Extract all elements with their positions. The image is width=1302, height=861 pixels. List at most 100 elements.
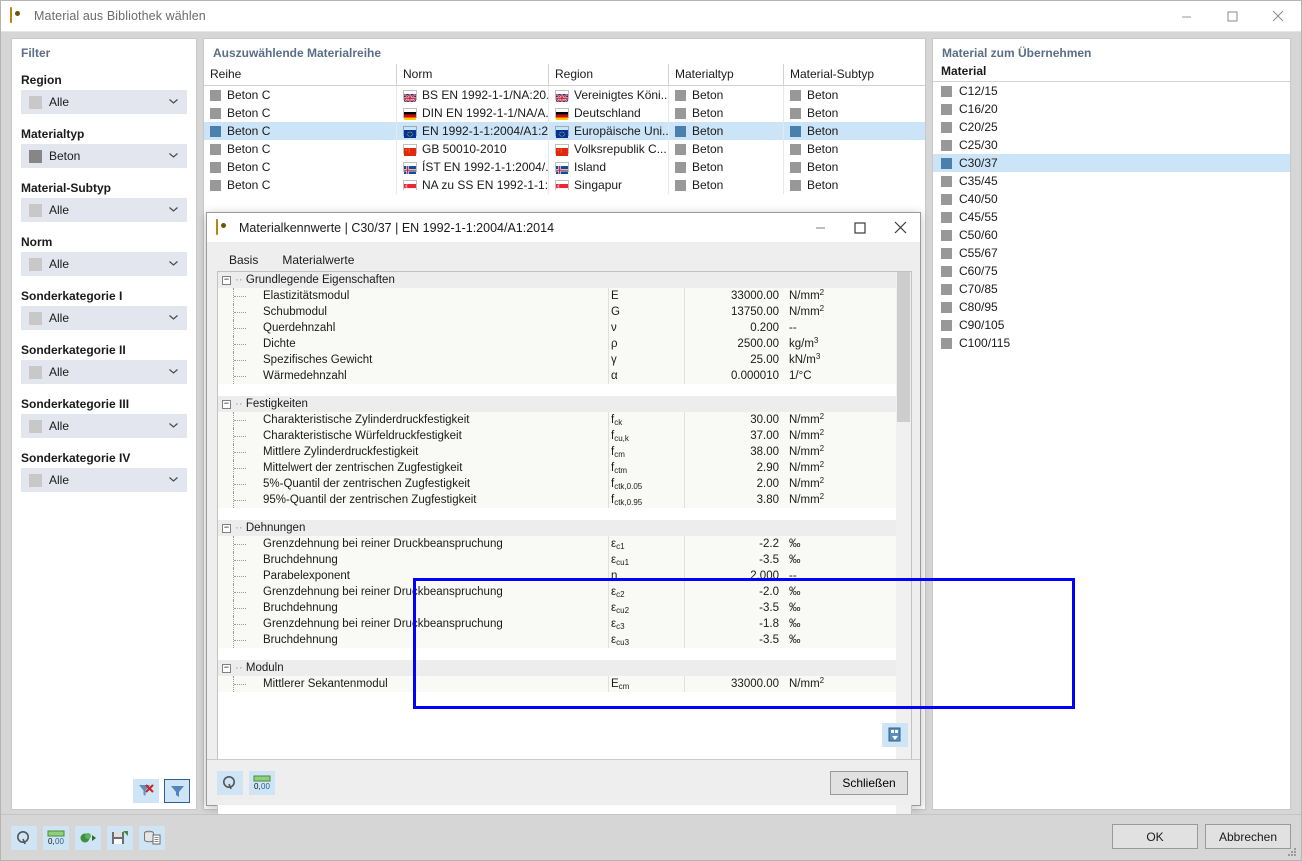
tab-materialwerte[interactable]: Materialwerte	[270, 249, 367, 271]
list-item[interactable]: C16/20	[933, 100, 1290, 118]
list-item[interactable]: C25/30	[933, 136, 1290, 154]
property-row[interactable]: Charakteristische Zylinderdruckfestigkei…	[218, 412, 911, 428]
chevron-down-icon[interactable]	[169, 207, 178, 212]
minimize-icon[interactable]	[1163, 1, 1209, 32]
scrollbar-thumb[interactable]	[897, 272, 910, 422]
property-row[interactable]: Dichte ρ 2500.00 kg/m3	[218, 336, 911, 352]
property-symbol: fcm	[608, 444, 684, 460]
filter-select-5[interactable]: Alle	[21, 360, 187, 384]
cancel-button[interactable]: Abbrechen	[1205, 824, 1291, 849]
export-table-icon[interactable]	[882, 723, 908, 747]
clear-filter-icon[interactable]	[133, 779, 159, 803]
property-row[interactable]: Spezifisches Gewicht γ 25.00 kN/m3	[218, 352, 911, 368]
property-row[interactable]: Charakteristische Würfeldruckfestigkeit f…	[218, 428, 911, 444]
property-row[interactable]: Elastizitätsmodul E 33000.00 N/mm2	[218, 288, 911, 304]
dialog-maximize-icon[interactable]	[840, 213, 880, 243]
collapse-icon[interactable]: −	[222, 399, 231, 409]
collapse-icon[interactable]: −	[222, 663, 231, 673]
info-icon[interactable]	[217, 771, 243, 795]
list-item[interactable]: C90/105	[933, 316, 1290, 334]
chevron-down-icon[interactable]	[169, 477, 178, 482]
dialog-minimize-icon[interactable]	[800, 213, 840, 243]
filter-select-4[interactable]: Alle	[21, 306, 187, 330]
property-row[interactable]: 95%-Quantil der zentrischen Zugfestigkei…	[218, 492, 911, 508]
chevron-down-icon[interactable]	[169, 315, 178, 320]
info-icon[interactable]	[11, 826, 37, 850]
property-row[interactable]: Parabelexponent n 2.000 --	[218, 568, 911, 584]
table-row[interactable]: Beton C EN 1992-1-1:2004/A1:2... Europäisc…	[204, 122, 925, 140]
list-item[interactable]: C35/45	[933, 172, 1290, 190]
list-item[interactable]: C100/115	[933, 334, 1290, 352]
filter-select-1[interactable]: Beton	[21, 144, 187, 168]
flag-is-icon	[555, 162, 569, 174]
filter-select-3[interactable]: Alle	[21, 252, 187, 276]
property-row[interactable]: Grenzdehnung bei reiner Druckbeanspruchu…	[218, 616, 911, 632]
unit-base: N/mm	[789, 494, 820, 506]
filter-select-7[interactable]: Alle	[21, 468, 187, 492]
list-item[interactable]: C70/85	[933, 280, 1290, 298]
column-header[interactable]: Norm	[397, 64, 549, 85]
close-icon[interactable]	[1255, 1, 1301, 32]
filter-select-6[interactable]: Alle	[21, 414, 187, 438]
list-item[interactable]: C60/75	[933, 262, 1290, 280]
table-row[interactable]: Beton C GB 50010-2010 Volksrepublik C... Be…	[204, 140, 925, 158]
cell-reihe: Beton C	[204, 86, 397, 104]
list-item[interactable]: C50/60	[933, 226, 1290, 244]
section-header[interactable]: − ·· Moduln	[218, 660, 911, 676]
dialog-close-icon[interactable]	[880, 213, 920, 243]
chevron-down-icon[interactable]	[169, 261, 178, 266]
collapse-icon[interactable]: −	[222, 523, 231, 533]
filter-select-0[interactable]: Alle	[21, 90, 187, 114]
property-row[interactable]: Mittlerer Sekantenmodul Ecm 33000.00 N/mm2	[218, 676, 911, 692]
property-row[interactable]: Wärmedehnzahl α 0.000010 1/°C	[218, 368, 911, 384]
section-header[interactable]: − ·· Grundlegende Eigenschaften	[218, 272, 911, 288]
property-row[interactable]: Querdehnzahl ν 0.200 --	[218, 320, 911, 336]
symbol-subscript: c2	[616, 590, 625, 599]
chevron-down-icon[interactable]	[169, 423, 178, 428]
chevron-down-icon[interactable]	[169, 99, 178, 104]
list-item[interactable]: C55/67	[933, 244, 1290, 262]
list-item[interactable]: C45/55	[933, 208, 1290, 226]
table-row[interactable]: Beton C NA zu SS EN 1992-1-1: Singapur Beto…	[204, 176, 925, 194]
column-header[interactable]: Reihe	[204, 64, 397, 85]
units-icon[interactable]: 0, 00	[43, 826, 69, 850]
column-header[interactable]: Materialtyp	[669, 64, 784, 85]
maximize-icon[interactable]	[1209, 1, 1255, 32]
section-header[interactable]: − ·· Dehnungen	[218, 520, 911, 536]
chevron-down-icon[interactable]	[169, 153, 178, 158]
dialog-close-button[interactable]: Schließen	[830, 771, 908, 795]
units-icon[interactable]: 0, 00	[249, 771, 275, 795]
property-row[interactable]: Bruchdehnung εcu2 -3.5 ‰	[218, 600, 911, 616]
list-item[interactable]: C40/50	[933, 190, 1290, 208]
collapse-icon[interactable]: −	[222, 275, 231, 285]
database-list-icon[interactable]	[139, 826, 165, 850]
save-material-icon[interactable]	[107, 826, 133, 850]
list-item[interactable]: C12/15	[933, 82, 1290, 100]
import-material-icon[interactable]	[75, 826, 101, 850]
filter-select-2[interactable]: Alle	[21, 198, 187, 222]
table-row[interactable]: Beton C DIN EN 1992-1-1/NA/A... Deutschlan…	[204, 104, 925, 122]
list-item[interactable]: C80/95	[933, 298, 1290, 316]
filter-icon[interactable]	[164, 779, 190, 803]
chevron-down-icon[interactable]	[169, 369, 178, 374]
list-item[interactable]: C20/25	[933, 118, 1290, 136]
property-row[interactable]: Schubmodul G 13750.00 N/mm2	[218, 304, 911, 320]
column-header[interactable]: Material-Subtyp	[784, 64, 925, 85]
flag-uk-icon	[555, 90, 569, 103]
list-item[interactable]: C30/37	[933, 154, 1290, 172]
property-row[interactable]: Mittlere Zylinderdruckfestigkeit fcm 38.00…	[218, 444, 911, 460]
list-item-label: C80/95	[959, 300, 998, 314]
property-row[interactable]: Bruchdehnung εcu3 -3.5 ‰	[218, 632, 911, 648]
ok-button[interactable]: OK	[1112, 824, 1198, 849]
table-row[interactable]: Beton C ÍST EN 1992-1-1:2004/... Island Bet…	[204, 158, 925, 176]
section-header[interactable]: − ·· Festigkeiten	[218, 396, 911, 412]
property-row[interactable]: Mittelwert der zentrischen Zugfestigkeit…	[218, 460, 911, 476]
column-header[interactable]: Region	[549, 64, 669, 85]
resize-grip[interactable]	[1286, 846, 1298, 858]
property-row[interactable]: 5%-Quantil der zentrischen Zugfestigkeit…	[218, 476, 911, 492]
property-row[interactable]: Bruchdehnung εcu1 -3.5 ‰	[218, 552, 911, 568]
property-row[interactable]: Grenzdehnung bei reiner Druckbeanspruchu…	[218, 536, 911, 552]
tab-basis[interactable]: Basis	[217, 249, 270, 271]
table-row[interactable]: Beton C BS EN 1992-1-1/NA:20... Vereinigte…	[204, 86, 925, 104]
property-row[interactable]: Grenzdehnung bei reiner Druckbeanspruchu…	[218, 584, 911, 600]
